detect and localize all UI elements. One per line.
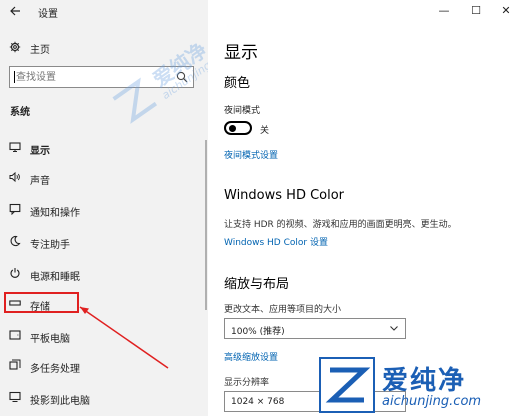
sidebar-item-label: 通知和操作 [30,208,80,219]
watermark: 爱纯净 aichunjing.com [318,356,518,414]
watermark-brand: 爱纯净 [382,366,467,396]
home-label: 主页 [30,45,50,56]
hdr-settings-link[interactable]: Windows HD Color 设置 [224,235,328,248]
night-light-label: 夜间模式 [224,106,261,116]
watermark-logo-icon [319,357,375,413]
sidebar-item-notifications[interactable]: 通知和操作 [0,198,208,222]
monitor-icon [9,142,21,152]
watermark-url: aichunjing.com [382,394,482,409]
maximize-button[interactable]: ☐ [468,4,484,18]
sidebar-item-label: 专注助手 [30,240,70,251]
hdr-description: 让支持 HDR 的视频、游戏和应用的画面更明亮、更生动。 [224,220,457,230]
scale-dropdown[interactable]: 100% (推荐) [224,318,406,339]
back-arrow-icon [10,6,20,16]
sidebar-item-label: 声音 [30,176,50,187]
resolution-value: 1024 × 768 [231,397,285,407]
color-heading: 颜色 [224,76,251,91]
sidebar-item-project[interactable]: 投影到此电脑 [0,386,208,410]
close-button[interactable]: ✕ [498,4,514,18]
scale-value: 100% (推荐) [231,327,285,337]
night-light-toggle[interactable] [224,121,252,135]
speaker-icon [9,171,20,183]
gear-icon [9,41,21,53]
chevron-down-icon [390,326,398,331]
sidebar-item-display[interactable]: 显示 [0,136,208,160]
scale-label: 更改文本、应用等项目的大小 [224,305,342,315]
toggle-state-label: 关 [260,126,270,136]
sidebar-item-label: 多任务处理 [30,364,80,375]
app-title: 设置 [38,9,58,20]
notification-icon [9,203,21,215]
sidebar-item-label: 投影到此电脑 [30,396,90,407]
sidebar: 设置 主页 系统 显示 声音 通知和操作 专注助手 电源和睡眠 存储 平板电脑 [0,0,236,416]
multitask-icon [9,359,21,370]
minimize-button[interactable]: — [436,4,452,18]
moon-icon [10,235,21,247]
sidebar-item-label: 电源和睡眠 [30,272,80,283]
sidebar-item-power[interactable]: 电源和睡眠 [0,262,208,286]
main-panel: — ☐ ✕ 显示 颜色 夜间模式 关 夜间模式设置 Windows HD Col… [208,0,520,416]
page-title: 显示 [224,43,258,63]
project-icon [9,391,21,402]
scrollbar[interactable] [205,140,207,310]
sidebar-item-tablet[interactable]: 平板电脑 [0,324,208,348]
night-light-settings-link[interactable]: 夜间模式设置 [224,148,278,161]
scale-layout-heading: 缩放与布局 [224,277,290,292]
advanced-scaling-link[interactable]: 高级缩放设置 [224,350,278,363]
toggle-knob [229,125,236,132]
sidebar-item-label: 显示 [30,146,50,157]
section-label-system: 系统 [10,107,30,118]
resolution-label: 显示分辨率 [224,378,270,388]
tablet-icon [9,330,21,340]
back-button[interactable] [7,3,23,19]
text-caret [14,71,15,83]
power-icon [10,268,20,278]
hdr-heading: Windows HD Color [224,188,345,203]
sidebar-item-sound[interactable]: 声音 [0,166,208,190]
sidebar-item-focus-assist[interactable]: 专注助手 [0,230,208,254]
sidebar-item-label: 平板电脑 [30,334,70,345]
highlight-box [4,292,79,313]
sidebar-item-multitasking[interactable]: 多任务处理 [0,354,208,378]
